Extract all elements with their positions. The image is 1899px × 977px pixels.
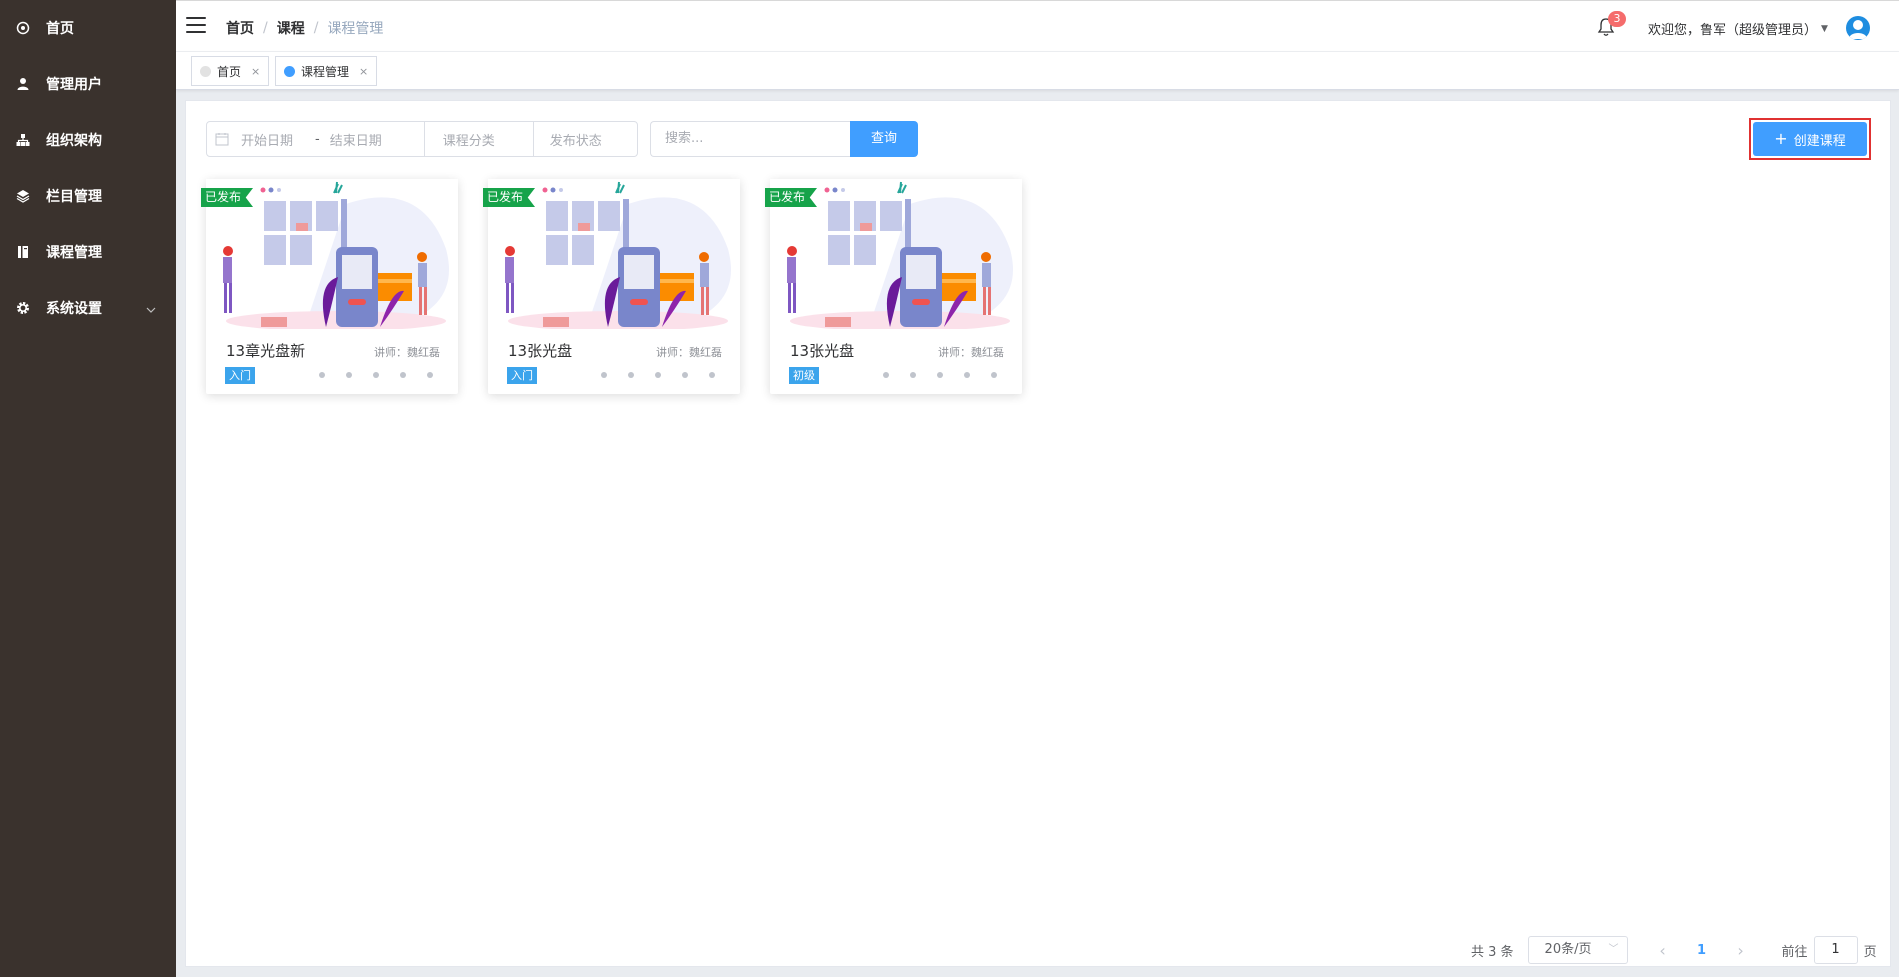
- tab-home[interactable]: 首页 ×: [191, 56, 270, 86]
- end-date-input[interactable]: 结束日期: [330, 130, 424, 149]
- create-course-highlight: + 创建课程: [1749, 118, 1871, 160]
- sidebar-item-label: 栏目管理: [46, 189, 102, 205]
- course-title[interactable]: 13张光盘: [790, 340, 854, 361]
- sidebar-item-users[interactable]: 管理用户: [0, 56, 176, 112]
- breadcrumb-current: 课程管理: [327, 21, 384, 37]
- tab-dot: [284, 65, 295, 77]
- course-teacher: 讲师：魏红磊: [938, 346, 1004, 359]
- breadcrumb-course[interactable]: 课程: [277, 18, 305, 38]
- next-page-button[interactable]: ›: [1726, 941, 1756, 960]
- gear-icon: [16, 301, 30, 315]
- user-menu[interactable]: 欢迎您，鲁军（超级管理员） ▼: [1648, 19, 1828, 38]
- user-icon: [16, 77, 30, 91]
- date-separator: -: [315, 131, 320, 147]
- tab-course-management[interactable]: 课程管理 ×: [275, 56, 378, 86]
- query-button[interactable]: 查询: [850, 121, 918, 157]
- level-tag: 入门: [507, 367, 537, 384]
- sidebar-item-columns[interactable]: 栏目管理: [0, 168, 176, 224]
- chevron-down-icon: ﹀: [1608, 944, 1619, 955]
- more-actions-icon[interactable]: [319, 372, 454, 378]
- page-number[interactable]: 1: [1687, 943, 1717, 958]
- dashboard-icon: [16, 21, 30, 35]
- more-actions-icon[interactable]: [601, 372, 736, 378]
- book-icon: [16, 245, 30, 259]
- top-header: 首页 / 课程 / 课程管理 3 欢迎您，鲁军（超级管理员） ▼: [176, 0, 1899, 52]
- tags-view: 首页 × 课程管理 ×: [176, 52, 1899, 90]
- tab-label: 课程管理: [301, 64, 350, 79]
- sidebar-item-org[interactable]: 组织架构: [0, 112, 176, 168]
- category-select[interactable]: 课程分类: [425, 130, 533, 149]
- more-actions-icon[interactable]: [883, 372, 1018, 378]
- breadcrumb-separator: /: [263, 20, 268, 36]
- pagination-total: 共 3 条: [1471, 944, 1514, 960]
- sidebar-item-label: 课程管理: [46, 245, 102, 261]
- main-content: 开始日期 - 结束日期 课程分类 发布状态 搜索... 查询 + 创建课程 已发…: [185, 100, 1891, 967]
- sidebar-item-courses[interactable]: 课程管理: [0, 224, 176, 280]
- close-icon[interactable]: ×: [251, 65, 260, 78]
- hamburger-menu-icon[interactable]: [186, 17, 206, 35]
- breadcrumb-home[interactable]: 首页: [226, 18, 254, 38]
- tab-dot: [200, 65, 211, 77]
- status-select[interactable]: 发布状态: [534, 130, 634, 149]
- page-size-select[interactable]: 20条/页 ﹀: [1527, 936, 1628, 964]
- calendar-icon: [215, 132, 229, 146]
- chevron-down-icon: [146, 302, 156, 318]
- start-date-input[interactable]: 开始日期: [241, 130, 315, 149]
- sidebar-item-home[interactable]: 首页: [0, 0, 176, 56]
- course-card[interactable]: 已发布 13张光盘 讲师：魏红磊 初级: [765, 179, 1022, 394]
- sidebar-item-label: 组织架构: [46, 133, 102, 149]
- level-tag: 入门: [225, 367, 255, 384]
- layers-icon: [16, 189, 30, 203]
- published-tag: 已发布: [483, 188, 536, 207]
- notification-badge: 3: [1608, 11, 1626, 27]
- course-card[interactable]: 已发布 13张光盘 讲师：魏红磊 入门: [483, 179, 740, 394]
- caret-down-icon: ▼: [1821, 23, 1828, 34]
- filter-group: 开始日期 - 结束日期 课程分类 发布状态: [206, 121, 638, 157]
- tree-icon: [16, 133, 30, 147]
- search-input[interactable]: 搜索...: [650, 121, 850, 157]
- create-course-label: 创建课程: [1793, 133, 1846, 149]
- plus-icon: +: [1774, 129, 1788, 148]
- published-tag: 已发布: [201, 188, 254, 207]
- sidebar: 首页 管理用户 组织架构 栏目管理 课程管理 系统设置: [0, 0, 176, 977]
- sidebar-item-label: 系统设置: [46, 301, 102, 317]
- prev-page-button[interactable]: ‹: [1648, 941, 1678, 960]
- published-tag: 已发布: [765, 188, 818, 207]
- goto-page-input[interactable]: 1: [1813, 936, 1858, 964]
- goto-label: 前往: [1781, 944, 1808, 960]
- create-course-button[interactable]: + 创建课程: [1753, 122, 1867, 156]
- pagination: 共 3 条 20条/页 ﹀ ‹ 1 › 前往 1 页: [1471, 936, 1877, 964]
- close-icon[interactable]: ×: [359, 65, 368, 78]
- sidebar-item-label: 首页: [46, 21, 74, 37]
- page-size-value: 20条/页: [1544, 942, 1592, 957]
- breadcrumb: 首页 / 课程 / 课程管理: [226, 18, 383, 38]
- sidebar-item-settings[interactable]: 系统设置: [0, 280, 176, 336]
- tab-label: 首页: [217, 64, 242, 79]
- breadcrumb-separator: /: [313, 20, 319, 36]
- course-teacher: 讲师：魏红磊: [374, 346, 440, 359]
- course-card[interactable]: 已发布 13章光盘新 讲师：魏红磊 入门: [201, 179, 458, 394]
- course-title[interactable]: 13章光盘新: [226, 340, 305, 361]
- avatar[interactable]: [1846, 16, 1870, 40]
- sidebar-item-label: 管理用户: [46, 77, 102, 93]
- welcome-text: 欢迎您，鲁军（超级管理员）: [1648, 23, 1818, 38]
- course-teacher: 讲师：魏红磊: [656, 346, 722, 359]
- page-suffix: 页: [1863, 944, 1877, 960]
- level-tag: 初级: [789, 367, 819, 384]
- course-title[interactable]: 13张光盘: [508, 340, 572, 361]
